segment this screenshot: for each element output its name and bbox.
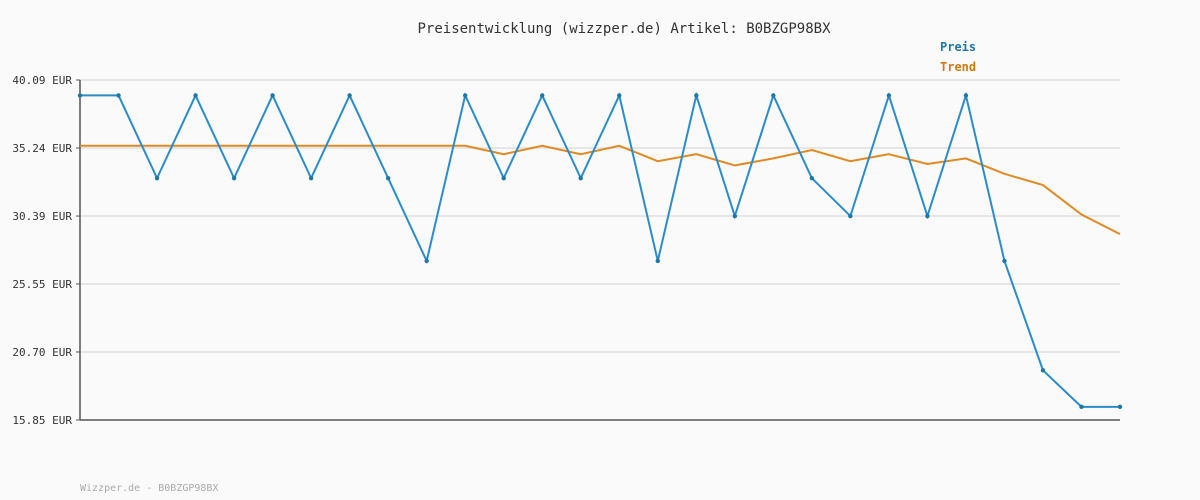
series-line-trend	[80, 144, 1121, 236]
y-tick-label: 20.70 EUR	[12, 346, 72, 359]
price-chart: Preisentwicklung (wizzper.de) Artikel: B…	[0, 0, 1200, 500]
data-point-preis	[694, 93, 699, 98]
data-point-preis	[1079, 404, 1084, 410]
data-point-preis	[848, 213, 853, 219]
data-point-preis	[462, 93, 468, 98]
data-point-preis	[347, 93, 352, 98]
chart-title: Preisentwicklung (wizzper.de) Artikel: B…	[417, 21, 831, 37]
data-point-preis	[1002, 258, 1007, 264]
data-point-preis	[655, 258, 660, 264]
legend-preis: Preis	[940, 40, 976, 54]
series-layer	[77, 91, 1123, 410]
footer-credit: Wizzper.de - B0BZGP98BX	[80, 483, 218, 494]
data-point-preis	[501, 175, 506, 181]
data-point-preis	[886, 93, 892, 98]
chart-canvas: Preisentwicklung (wizzper.de) Artikel: B…	[12, 21, 1123, 494]
data-point-preis	[270, 93, 275, 98]
y-tick-label: 35.24 EUR	[12, 142, 72, 155]
data-point-preis	[77, 93, 83, 98]
data-point-preis	[809, 175, 815, 181]
data-point-preis	[1040, 368, 1046, 373]
data-point-preis	[732, 213, 738, 219]
data-point-preis	[231, 175, 237, 181]
y-tick-label: 30.39 EUR	[12, 210, 72, 223]
data-point-preis	[1117, 404, 1123, 410]
y-axis-ticks: 40.09 EUR 35.24 EUR 30.39 EUR 25.55 EUR 20.7…	[12, 74, 80, 427]
data-point-preis	[385, 175, 391, 181]
data-point-preis	[963, 93, 969, 98]
data-point-preis	[308, 175, 314, 181]
grid-lines	[80, 79, 1120, 353]
series-line-preis	[80, 91, 1120, 408]
data-point-preis	[925, 213, 930, 219]
data-point-preis	[771, 93, 776, 98]
data-point-preis	[154, 175, 160, 181]
data-point-preis	[116, 93, 121, 98]
legend-trend: Trend	[940, 60, 976, 74]
y-tick-label: 40.09 EUR	[12, 74, 72, 87]
data-point-preis	[578, 175, 583, 181]
data-point-preis	[617, 93, 622, 98]
data-point-preis	[424, 258, 429, 264]
y-tick-label: 15.85 EUR	[12, 414, 72, 427]
y-tick-label: 25.55 EUR	[12, 278, 72, 291]
data-point-preis	[193, 93, 198, 98]
data-point-preis	[540, 93, 545, 98]
